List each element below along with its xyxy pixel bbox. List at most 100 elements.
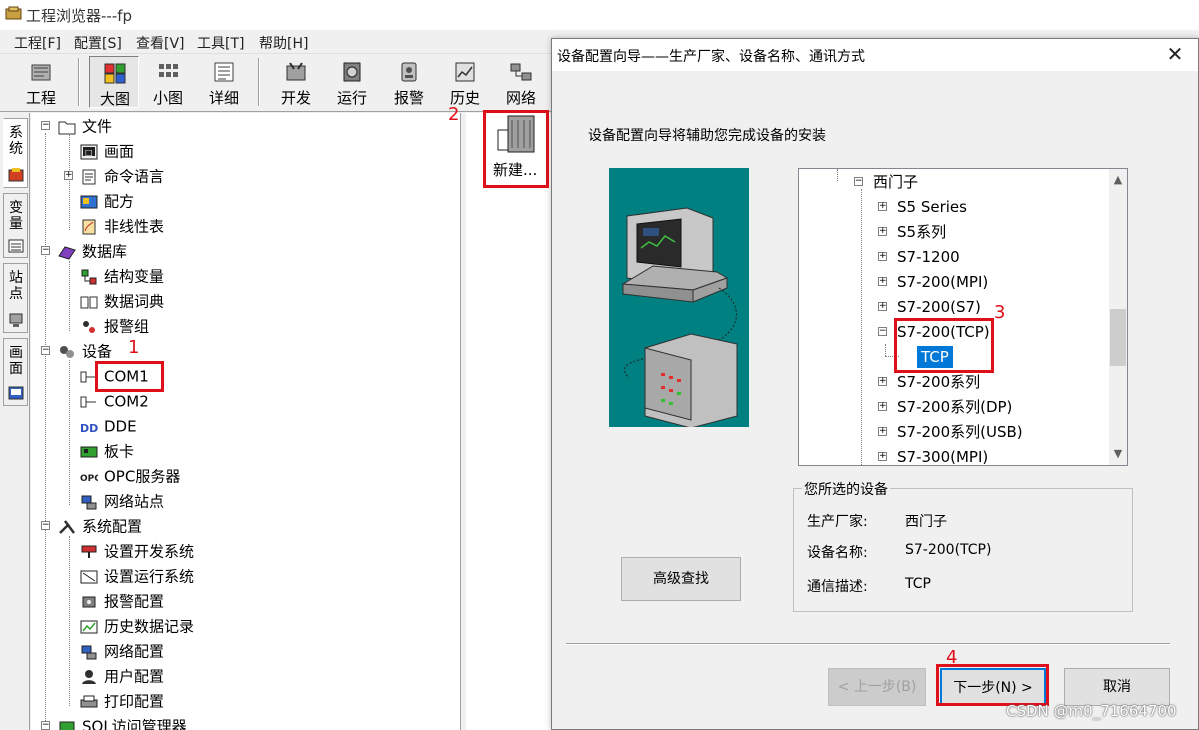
window-title: 工程浏览器---fp [26,7,133,25]
menu-config[interactable]: 配置[S] [74,33,122,53]
toolbar-network-button[interactable]: 网络 [496,56,546,108]
device-node[interactable]: S7-1200 [897,246,960,268]
tree-line [885,344,886,356]
tree-node-history-record[interactable]: 历史数据记录 [80,615,194,637]
tree-node-alarm-group[interactable]: 报警组 [80,315,149,337]
tree-node-run-system[interactable]: 设置运行系统 [80,565,194,587]
device-wizard-dialog: 设备配置向导——生产厂家、设备名称、通讯方式 ✕ 设备配置向导将辅助您完成设备的… [551,38,1199,730]
stations-tab-icon [9,313,23,327]
dialog-title-bar: 设备配置向导——生产厂家、设备名称、通讯方式 ✕ [552,39,1198,71]
tree-expand-toggle[interactable]: + [878,202,887,211]
annotation-box-3 [894,318,994,373]
tab-variables[interactable]: 变量 [3,193,28,258]
tree-node-print-config[interactable]: 打印配置 [80,690,164,712]
tree-node-dde[interactable]: DDE DDE [80,415,137,437]
menu-project[interactable]: 工程[F] [14,33,61,53]
tree-node-data-dictionary[interactable]: 数据词典 [80,290,164,312]
folder-icon [58,121,76,134]
manufacturer-label: 生产厂家: [807,514,868,530]
device-node-siemens[interactable]: 西门子 [873,171,918,193]
toolbar-history-button[interactable]: 历史 [440,56,490,108]
device-node[interactable]: S7-300(MPI) [897,446,988,465]
tree-node-screen[interactable]: □ 画面 [80,140,134,162]
device-node[interactable]: S7-200系列 [897,371,980,393]
toolbar-alarm-button[interactable]: 报警 [384,56,434,108]
close-icon[interactable]: ✕ [1156,42,1194,68]
tree-node-label: 打印配置 [104,692,165,711]
tree-node-label: 数据库 [82,242,128,261]
wizard-intro-text: 设备配置向导将辅助您完成设备的安装 [588,128,826,144]
toolbar-large-icons-button[interactable]: 大图 [89,56,139,108]
tab-system[interactable]: 系统 [3,118,28,188]
device-node[interactable]: S7-200系列(DP) [897,396,1012,418]
toolbar-run-button[interactable]: 运行 [327,56,377,108]
tree-expand-toggle[interactable]: + [878,452,887,461]
scrollbar-thumb[interactable] [1110,309,1126,366]
tree-node-dev-system[interactable]: 设置开发系统 [80,540,194,562]
title-bar: 工程浏览器---fp [0,0,1199,30]
device-node[interactable]: S7-200(MPI) [897,271,988,293]
tree-line [861,189,862,465]
device-node[interactable]: S5 Series [897,196,967,218]
device-node[interactable]: S7-200(S7) [897,296,981,318]
tree-collapse-toggle[interactable]: − [41,721,50,730]
tree-node-user-config[interactable]: 用户配置 [80,665,164,687]
tree-collapse-toggle[interactable]: − [878,327,887,336]
tree-node-command-language[interactable]: 命令语言 [80,165,164,187]
tree-expand-toggle[interactable]: + [64,171,73,180]
tree-node-opc-server[interactable]: OPC OPC服务器 [80,465,180,487]
tree-node-network-config[interactable]: 网络配置 [80,640,164,662]
tree-node-sql-manager[interactable]: SQL访问管理器 [58,715,187,730]
tree-expand-toggle[interactable]: + [878,277,887,286]
advanced-search-button[interactable]: 高级查找 [621,557,741,601]
tree-node-system-config[interactable]: 系统配置 [58,515,142,537]
tree-collapse-toggle[interactable]: − [41,521,50,530]
menu-tools[interactable]: 工具[T] [197,33,244,53]
tree-node-label: 设备 [82,342,113,361]
tree-expand-toggle[interactable]: + [878,302,887,311]
menu-view[interactable]: 查看[V] [136,33,185,53]
tab-label: 变量 [9,200,23,232]
tree-node-alarm-config[interactable]: 报警配置 [80,590,164,612]
toolbar-project-button[interactable]: 工程 [16,56,66,108]
tree-node-label: OPC服务器 [104,467,181,486]
scroll-down-icon[interactable]: ▼ [1109,445,1127,463]
tree-collapse-toggle[interactable]: − [41,346,50,355]
tree-expand-toggle[interactable]: + [878,427,887,436]
tree-collapse-toggle[interactable]: − [854,177,863,186]
tree-expand-toggle[interactable]: + [878,227,887,236]
tree-node-recipe[interactable]: 配方 [80,190,134,212]
tree-node-nonlinear-table[interactable]: 非线性表 [80,215,164,237]
toolbar-details-button[interactable]: 详细 [199,56,249,108]
menu-help[interactable]: 帮助[H] [259,33,308,53]
printer-icon [80,695,98,707]
tree-expand-toggle[interactable]: + [878,377,887,386]
device-node[interactable]: S5系列 [897,221,946,243]
tree-node-struct-variables[interactable]: 结构变量 [80,265,164,287]
tree-node-com2[interactable]: COM2 [80,390,149,412]
tree-node-board[interactable]: 板卡 [80,440,134,462]
prev-button[interactable]: < 上一步(B) [828,668,926,706]
toolbar-develop-button[interactable]: 开发 [271,56,321,108]
tree-collapse-toggle[interactable]: − [41,121,50,130]
toolbar-small-icons-button[interactable]: 小图 [143,56,193,108]
device-node[interactable]: S7-200系列(USB) [897,421,1023,443]
tree-node-label: 网络站点 [104,492,165,511]
tree-node-label: 文件 [82,117,113,136]
tree-node-file[interactable]: 文件 [58,115,112,137]
tab-screens[interactable]: 画面 [3,338,28,406]
tab-stations[interactable]: 站点 [3,263,28,333]
tree-node-label: 网络配置 [104,642,165,661]
cancel-button[interactable]: 取消 [1064,668,1170,706]
device-tree-scrollbar[interactable]: ▲ ▼ [1109,169,1127,465]
tree-node-database[interactable]: 数据库 [58,240,127,262]
tree-node-label: 设置开发系统 [104,542,195,561]
tree-expand-toggle[interactable]: + [878,252,887,261]
tree-collapse-toggle[interactable]: − [41,246,50,255]
tree-node-network-station[interactable]: 网络站点 [80,490,164,512]
tree-expand-toggle[interactable]: + [878,402,887,411]
scroll-up-icon[interactable]: ▲ [1109,171,1127,189]
annotation-number-4: 4 [946,647,958,668]
tree-node-devices[interactable]: 设备 [58,340,112,362]
group-title: 您所选的设备 [802,479,890,499]
